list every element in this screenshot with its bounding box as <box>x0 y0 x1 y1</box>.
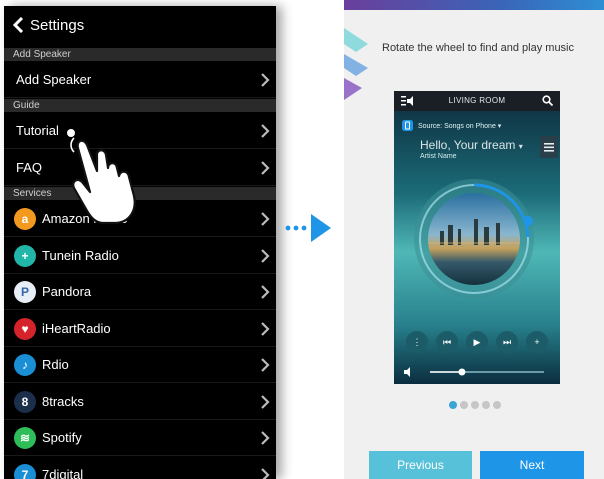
chevron-right-icon <box>261 161 270 175</box>
song-title: Hello, Your dream ▾ <box>420 138 523 152</box>
row-service[interactable]: 8 8tracks <box>4 384 276 420</box>
settings-title: Settings <box>30 17 85 34</box>
player-top-bar: LIVING ROOM <box>394 91 560 111</box>
add-to-queue-button[interactable]: + <box>526 331 548 353</box>
row-add-speaker[interactable]: Add Speaker <box>4 62 276 98</box>
chevron-right-icon <box>261 321 270 336</box>
row-service[interactable]: + Tunein Radio <box>4 238 276 274</box>
section-header-add-speaker: Add Speaker <box>4 48 276 61</box>
player-preview: LIVING ROOM Source: Songs on Phone ▾ Hel… <box>394 91 560 384</box>
settings-header: Settings <box>4 6 276 44</box>
source-label: Source: Songs on Phone <box>418 123 496 130</box>
chevron-right-icon <box>261 124 270 138</box>
play-button[interactable]: ▶ <box>466 331 488 353</box>
row-service[interactable]: 7 7digital <box>4 457 276 479</box>
chevron-right-icon <box>261 431 270 445</box>
chevron-right-icon <box>261 248 270 263</box>
chevron-right-icon <box>261 394 270 409</box>
previous-track-button[interactable]: ⏮ <box>436 331 458 353</box>
page-dot[interactable] <box>493 401 501 409</box>
section-header-guide: Guide <box>4 99 276 112</box>
next-button[interactable]: Next <box>480 451 584 479</box>
page-dot[interactable] <box>449 401 457 409</box>
row-label: Tutorial <box>16 123 59 138</box>
phone-source-icon <box>402 120 413 131</box>
source-dropdown[interactable]: Source: Songs on Phone ▾ <box>418 122 501 130</box>
chevron-right-icon <box>261 358 270 372</box>
playback-controls: ⋮ ⏮ ▶ ⏭ + <box>394 331 560 357</box>
chevron-right-icon <box>261 212 270 226</box>
row-label: Pandora <box>42 284 92 299</box>
tunein-radio-icon: + <box>14 244 36 267</box>
more-options-button[interactable]: ⋮ <box>406 331 428 353</box>
page-dot[interactable] <box>482 401 490 409</box>
music-wheel[interactable] <box>414 179 554 319</box>
row-label: 7digital <box>42 466 84 479</box>
pandora-icon: P <box>14 281 36 303</box>
room-name: LIVING ROOM <box>448 96 506 105</box>
previous-button[interactable]: Previous <box>369 451 472 479</box>
volume-slider[interactable] <box>404 367 554 377</box>
chevron-right-icon <box>261 467 270 479</box>
artist-name: Artist Name <box>420 153 457 160</box>
tap-hand-icon <box>67 129 136 225</box>
amazon-music-icon: a <box>14 208 36 230</box>
top-gradient-bar <box>344 0 604 10</box>
tutorial-panel: Rotate the wheel to find and play music … <box>344 0 604 479</box>
next-step-arrow-icon <box>285 214 331 242</box>
tutorial-instruction: Rotate the wheel to find and play music <box>382 42 575 54</box>
settings-screen: Settings Add Speaker Add Speaker Guide T… <box>4 6 276 479</box>
row-label: Rdio <box>42 357 69 372</box>
song-title-text: Hello, Your dream <box>420 138 516 152</box>
chevron-right-icon <box>261 285 270 299</box>
row-label: Add Speaker <box>16 72 92 87</box>
row-label: Tunein Radio <box>42 247 119 263</box>
brand-logo-icon <box>344 28 368 100</box>
page-dot[interactable] <box>471 401 479 409</box>
row-label: FAQ <box>16 160 43 175</box>
row-label: Spotify <box>42 430 82 445</box>
next-track-button[interactable]: ⏭ <box>496 331 518 353</box>
page-indicator <box>449 401 509 411</box>
tutorial-screenshot: Settings Add Speaker Add Speaker Guide T… <box>0 0 604 479</box>
row-service[interactable]: ♥ iHeartRadio <box>4 311 276 347</box>
spotify-icon: ≋ <box>14 427 36 449</box>
row-service[interactable]: ≋ Spotify <box>4 420 276 456</box>
row-label: iHeartRadio <box>42 320 111 336</box>
page-dot[interactable] <box>460 401 468 409</box>
row-label: 8tracks <box>42 393 84 409</box>
rdio-icon: ♪ <box>14 354 36 376</box>
row-service[interactable]: P Pandora <box>4 274 276 310</box>
8tracks-icon: 8 <box>14 390 36 413</box>
back-chevron-icon[interactable] <box>12 17 24 33</box>
queue-list-icon[interactable] <box>540 136 558 158</box>
7digital-icon: 7 <box>14 463 36 479</box>
iheartradio-icon: ♥ <box>14 317 36 340</box>
search-icon[interactable] <box>542 95 553 106</box>
row-service[interactable]: ♪ Rdio <box>4 347 276 383</box>
chevron-right-icon <box>261 73 270 87</box>
